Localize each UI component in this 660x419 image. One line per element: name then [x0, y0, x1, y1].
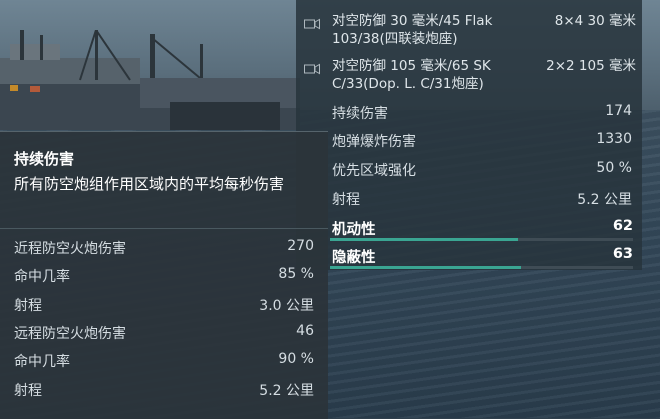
stat-row-flak-damage[interactable]: 炮弹爆炸伤害 1330	[332, 127, 632, 153]
stat-row-continuous-damage[interactable]: 持续伤害 174	[332, 99, 632, 125]
armament-name: 对空防御 30 毫米/45 Flak 103/38(四联装炮座)	[332, 13, 493, 47]
ship-image	[0, 30, 300, 130]
category-label: 隐蔽性	[332, 250, 376, 266]
stat-label: 炮弹爆炸伤害	[332, 134, 416, 150]
armament-count: 2×2 105 毫米	[546, 58, 636, 74]
category-value: 63	[612, 246, 633, 262]
tooltip-row-value: 90 %	[278, 351, 314, 367]
progress-bar	[330, 238, 518, 241]
tooltip-row-label: 射程	[14, 383, 42, 399]
stat-value: 5.2 公里	[577, 192, 632, 208]
stat-value: 50 %	[596, 160, 632, 176]
tooltip-row-label: 近程防空火炮伤害	[14, 241, 126, 257]
tooltip-row: 近程防空火炮伤害 270	[14, 238, 314, 260]
category-concealment[interactable]: 隐蔽性 63	[330, 243, 633, 269]
stat-label: 优先区域强化	[332, 163, 416, 179]
tooltip-title: 持续伤害	[14, 150, 75, 168]
tooltip-row-label: 射程	[14, 298, 42, 314]
tooltip-row-value: 46	[296, 323, 314, 339]
tooltip-row: 命中几率 85 %	[14, 266, 314, 288]
camera-icon	[304, 18, 320, 30]
progress-bar	[330, 266, 521, 269]
tooltip-row: 射程 5.2 公里	[14, 380, 314, 402]
tooltip-description: 所有防空炮组作用区域内的平均每秒伤害	[14, 175, 285, 193]
tooltip-row-label: 命中几率	[14, 354, 70, 370]
tooltip-row: 射程 3.0 公里	[14, 295, 314, 317]
camera-icon	[304, 63, 320, 75]
tooltip-row-label: 命中几率	[14, 269, 70, 285]
armament-row[interactable]: 对空防御 30 毫米/45 Flak 103/38(四联装炮座) 8×4 30 …	[304, 12, 636, 52]
armament-name: 对空防御 105 毫米/65 SK C/33(Dop. L. C/31炮座)	[332, 58, 491, 92]
tooltip-row-value: 85 %	[278, 266, 314, 282]
category-maneuverability[interactable]: 机动性 62	[330, 215, 633, 241]
armament-row[interactable]: 对空防御 105 毫米/65 SK C/33(Dop. L. C/31炮座) 2…	[304, 57, 636, 97]
tooltip-row-label: 远程防空火炮伤害	[14, 326, 126, 342]
tooltip-row-value: 5.2 公里	[259, 383, 314, 399]
stat-row-range[interactable]: 射程 5.2 公里	[332, 185, 632, 211]
tooltip-row-value: 3.0 公里	[259, 298, 314, 314]
category-value: 62	[612, 218, 633, 234]
divider	[0, 228, 328, 229]
stat-value: 1330	[596, 131, 632, 147]
tooltip-row-value: 270	[287, 238, 314, 254]
armament-count: 8×4 30 毫米	[554, 13, 636, 29]
stat-row-priority-sector[interactable]: 优先区域强化 50 %	[332, 156, 632, 182]
category-label: 机动性	[332, 222, 376, 238]
tooltip-row: 命中几率 90 %	[14, 351, 314, 373]
stat-label: 射程	[332, 192, 360, 208]
stat-value: 174	[605, 103, 632, 119]
tooltip-row: 远程防空火炮伤害 46	[14, 323, 314, 345]
stat-label: 持续伤害	[332, 106, 388, 122]
